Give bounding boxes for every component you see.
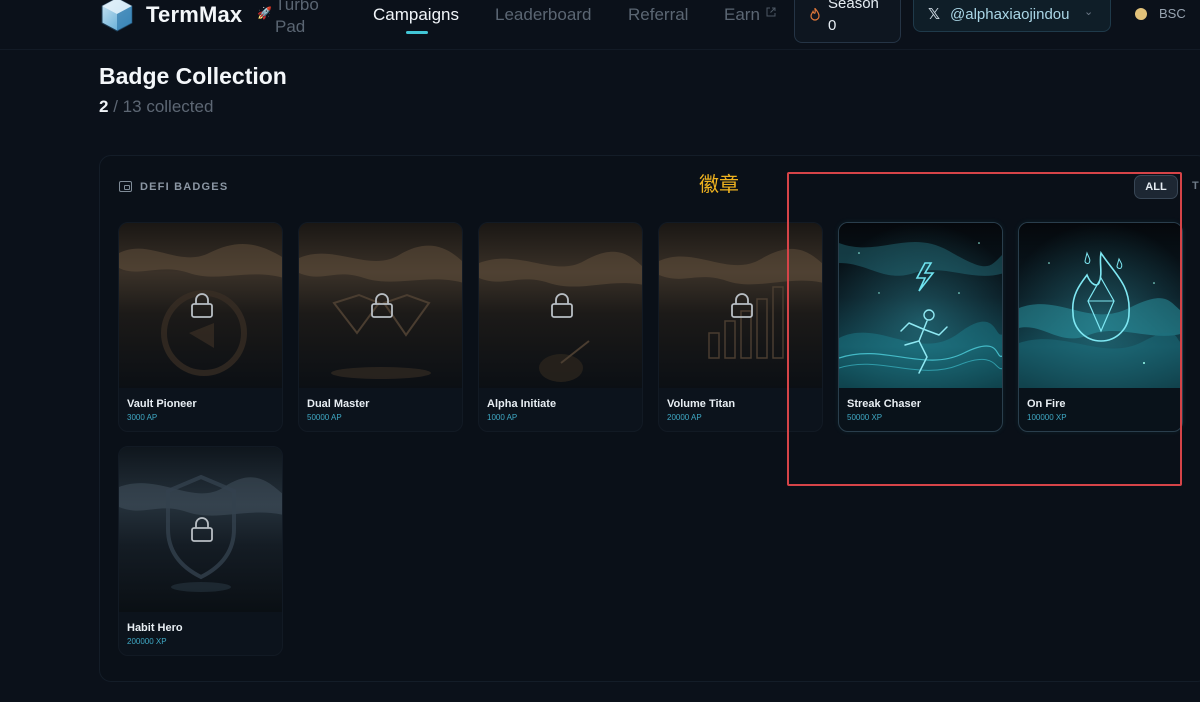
badge-name: On Fire	[1027, 398, 1066, 410]
badge-points: 100000 XP	[1027, 413, 1067, 422]
badge-name: Vault Pioneer	[127, 398, 197, 410]
badge-name: Streak Chaser	[847, 398, 921, 410]
badge-points: 50000 AP	[307, 413, 342, 422]
badge-card-streak-chaser[interactable]: Streak Chaser 50000 XP	[838, 222, 1003, 432]
annotation-label: 徽章	[699, 174, 739, 196]
badge-name: Dual Master	[307, 398, 370, 410]
top-nav-bar: TermMax 🚀 Turbo Pad Campaigns Leaderboar…	[0, 0, 1200, 50]
bsc-coin-icon	[1135, 8, 1147, 20]
page-title: Badge Collection	[99, 63, 287, 89]
wallet-icon	[119, 181, 132, 192]
lock-icon	[191, 293, 213, 318]
badge-points: 20000 AP	[667, 413, 702, 422]
season-value: 0	[828, 17, 837, 34]
filter-all-button[interactable]: ALL	[1134, 175, 1178, 199]
chevron-down-icon: ⌄	[1084, 6, 1094, 18]
x-logo-icon: 𝕏	[928, 6, 941, 23]
badge-card-dual-master[interactable]: Dual Master 50000 AP	[298, 222, 463, 432]
account-handle: @alphaxiaojindou	[950, 6, 1070, 23]
lock-icon	[731, 293, 753, 318]
badge-card-volume-titan[interactable]: Volume Titan 20000 AP	[658, 222, 823, 432]
collected-word: collected	[146, 97, 214, 116]
flame-icon	[810, 8, 820, 21]
badge-name: Habit Hero	[127, 622, 183, 634]
lock-icon	[551, 293, 573, 318]
termmax-logo-icon[interactable]	[99, 0, 135, 34]
nav-leaderboard[interactable]: Leaderboard	[495, 5, 591, 25]
nav-campaigns[interactable]: Campaigns	[373, 5, 459, 25]
nav-earn[interactable]: Earn	[724, 5, 760, 25]
nav-active-indicator	[406, 31, 428, 34]
collected-counter: 2 / 13 collected	[99, 97, 213, 117]
badge-card-alpha-initiate[interactable]: Alpha Initiate 1000 AP	[478, 222, 643, 432]
collected-count: 2	[99, 97, 109, 116]
nav-referral[interactable]: Referral	[628, 5, 688, 25]
collected-total: 13	[122, 97, 142, 116]
badge-points: 1000 AP	[487, 413, 518, 422]
lock-icon	[371, 293, 393, 318]
collected-separator: /	[113, 97, 118, 116]
section-label: DEFI BADGES	[140, 181, 229, 193]
brand-name[interactable]: TermMax	[146, 2, 242, 28]
badge-name: Alpha Initiate	[487, 398, 557, 410]
badge-card-on-fire[interactable]: On Fire 100000 XP	[1018, 222, 1183, 432]
filter-next-button[interactable]: T	[1192, 180, 1199, 192]
turbo-pad-link[interactable]: Turbo Pad	[275, 0, 319, 38]
season-label: Season	[828, 0, 879, 12]
badge-points: 3000 AP	[127, 413, 158, 422]
flame-icon	[1019, 223, 1182, 388]
rocket-icon: 🚀	[257, 6, 272, 20]
runner-icon	[839, 223, 1002, 388]
network-selector[interactable]: BSC	[1128, 0, 1200, 30]
external-link-icon	[766, 7, 776, 17]
badge-points: 200000 XP	[127, 637, 167, 646]
network-label: BSC	[1159, 6, 1186, 21]
badge-card-habit-hero[interactable]: Habit Hero 200000 XP	[118, 446, 283, 656]
badge-name: Volume Titan	[667, 398, 736, 410]
badge-points: 50000 XP	[847, 413, 883, 422]
account-dropdown[interactable]: 𝕏 @alphaxiaojindou ⌄	[913, 0, 1111, 32]
badge-card-vault-pioneer[interactable]: Vault Pioneer 3000 AP	[118, 222, 283, 432]
season-button[interactable]: Season 0	[794, 0, 901, 43]
lock-icon	[191, 517, 213, 542]
